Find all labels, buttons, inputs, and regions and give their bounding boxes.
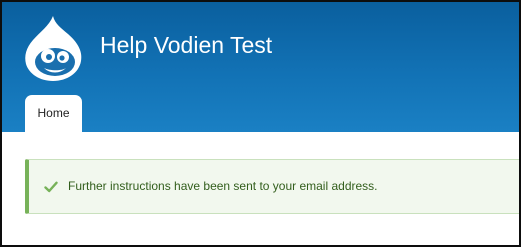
- drupal-drop-icon: [25, 16, 82, 81]
- status-message-text: Further instructions have been sent to y…: [68, 179, 378, 193]
- primary-tabs: Home: [25, 95, 82, 133]
- window-frame: Help Vodien Test Home Further instructio…: [0, 0, 521, 247]
- site-logo[interactable]: [22, 14, 84, 82]
- site-name[interactable]: Help Vodien Test: [100, 32, 272, 59]
- tab-home[interactable]: Home: [25, 95, 82, 133]
- site-header: Help Vodien Test Home: [2, 2, 519, 133]
- status-message: Further instructions have been sent to y…: [25, 159, 519, 214]
- check-icon: [44, 181, 58, 193]
